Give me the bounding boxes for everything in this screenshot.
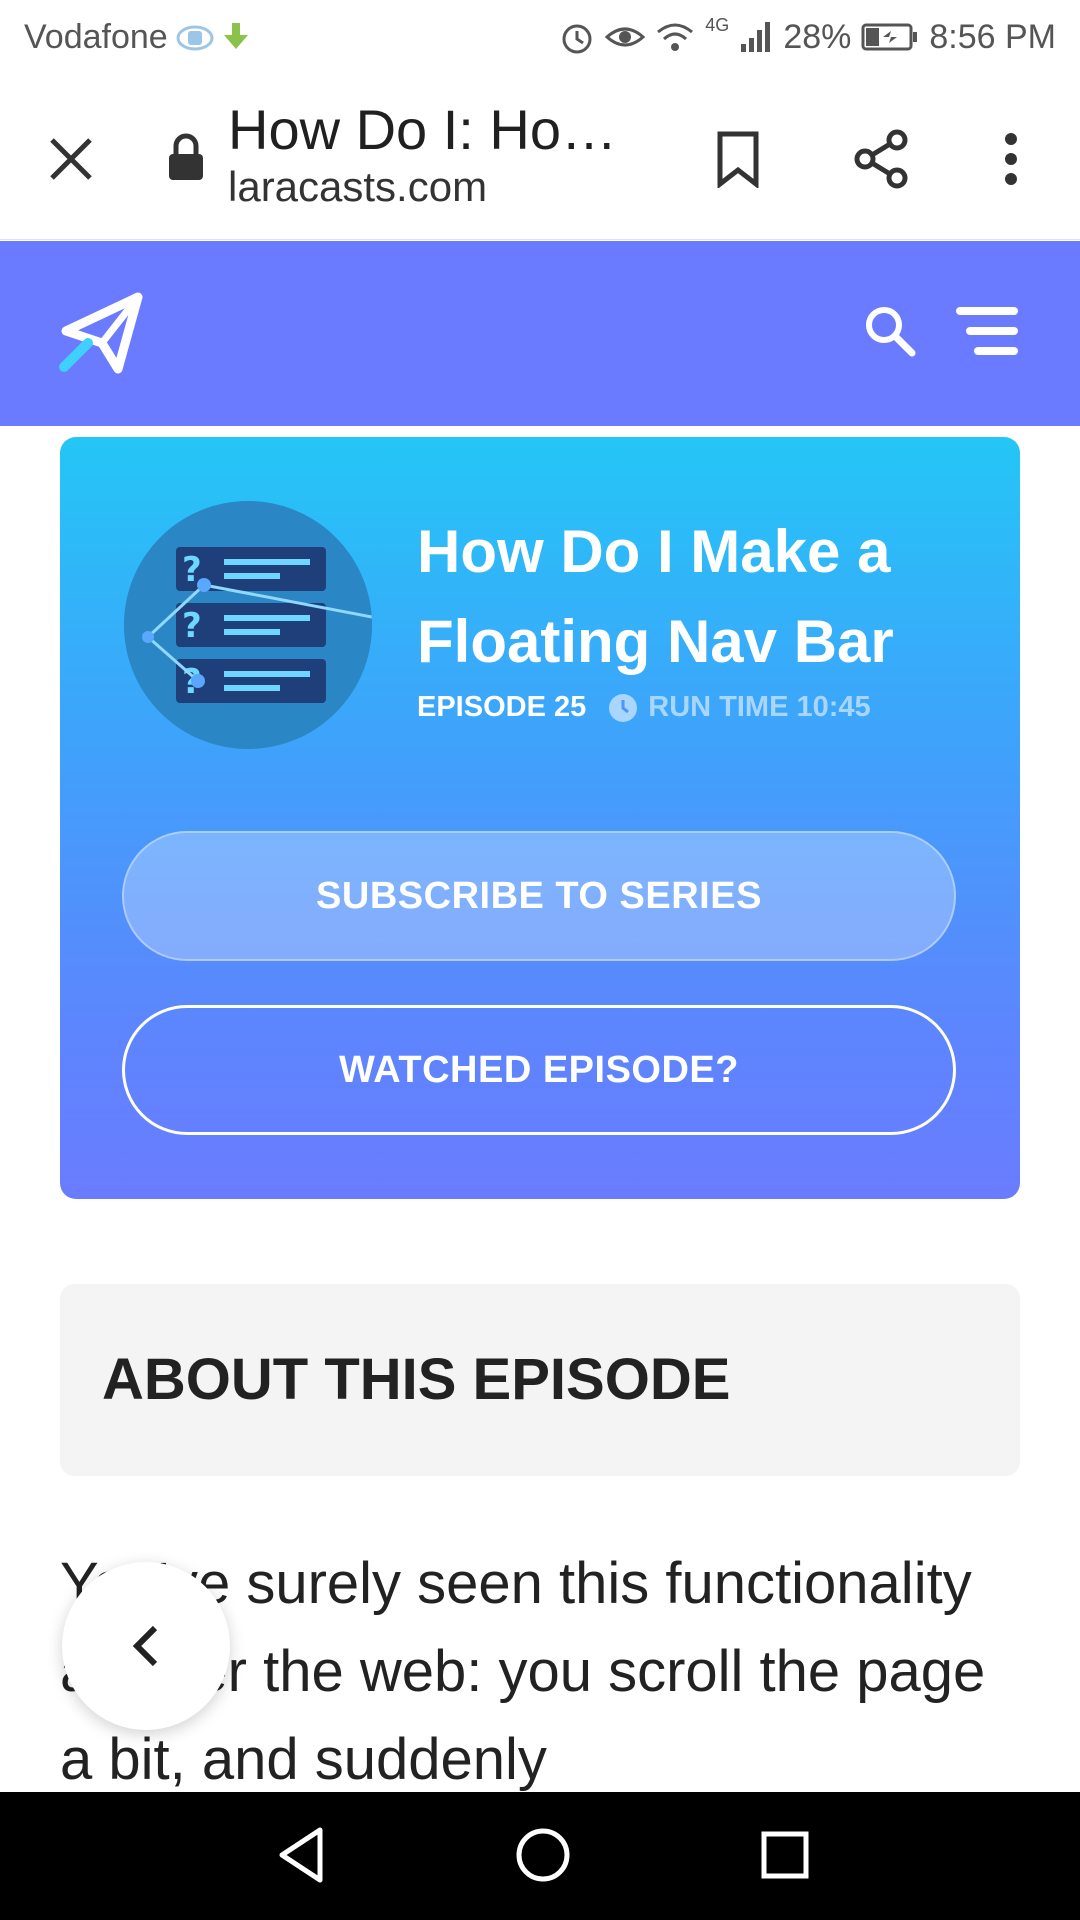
share-button[interactable]: [846, 124, 916, 194]
faq-list-illustration-icon: ? ? ?: [124, 501, 372, 749]
wifi-icon: [657, 23, 694, 51]
episode-thumbnail: ? ? ?: [124, 501, 372, 749]
svg-text:?: ?: [182, 606, 202, 646]
nav-home-icon[interactable]: [510, 1822, 576, 1888]
system-nav-bar: [0, 1792, 1080, 1920]
status-bar: Vodafone 4G 28% 8:56 PM: [0, 0, 1080, 74]
episode-number: EPISODE 25: [417, 691, 587, 723]
nav-recents-icon[interactable]: [752, 1822, 818, 1888]
nav-back-icon[interactable]: [270, 1822, 336, 1888]
page-title: How Do I: Ho…: [228, 98, 617, 161]
status-right: 4G 28% 8:56 PM: [559, 14, 1056, 60]
hamburger-menu-icon[interactable]: [952, 303, 1022, 359]
network-type: 4G: [705, 14, 730, 35]
download-icon: [223, 23, 248, 49]
about-heading: ABOUT THIS EPISODE: [102, 1347, 731, 1412]
site-header: [0, 241, 1080, 426]
episode-runtime: RUN TIME 10:45: [608, 691, 871, 724]
runtime-label: RUN TIME 10:45: [648, 691, 871, 723]
episode-hero-card: ? ? ? How Do I Make a Floating Nav Bar E…: [60, 437, 1020, 1199]
battery-percent: 28%: [783, 17, 852, 56]
battery-icon: [861, 23, 918, 51]
watched-episode-button[interactable]: WATCHED EPISODE?: [122, 1005, 956, 1135]
floating-back-button[interactable]: [62, 1562, 230, 1730]
browser-menu-button[interactable]: [986, 124, 1036, 194]
eye-comfort-icon: [605, 27, 646, 47]
clock: 8:56 PM: [929, 17, 1056, 56]
laracasts-logo-icon[interactable]: [58, 291, 144, 377]
hotspot-icon: [176, 25, 214, 51]
signal-icon: [741, 22, 771, 52]
close-tab-button[interactable]: [38, 126, 104, 192]
clock-icon: [609, 693, 638, 722]
subscribe-button[interactable]: SUBSCRIBE TO SERIES: [122, 831, 956, 961]
more-vert-icon: [1005, 133, 1017, 185]
bookmark-icon: [717, 131, 759, 188]
episode-meta: EPISODE 25 RUN TIME 10:45: [417, 691, 871, 724]
bookmark-button[interactable]: [706, 124, 770, 194]
episode-title: How Do I Make a Floating Nav Bar: [417, 518, 894, 675]
browser-toolbar: How Do I: Ho… laracasts.com: [0, 74, 1080, 240]
close-icon: [50, 138, 92, 180]
share-icon: [854, 129, 908, 189]
chevron-left-icon: [132, 1625, 158, 1667]
search-icon[interactable]: [862, 303, 918, 359]
carrier-label: Vodafone: [24, 17, 168, 56]
page-domain: laracasts.com: [228, 163, 488, 210]
alarm-icon: [562, 24, 592, 54]
about-section: ABOUT THIS EPISODE: [60, 1284, 1020, 1476]
address-area[interactable]: How Do I: Ho… laracasts.com: [228, 98, 648, 212]
status-left: Vodafone: [24, 14, 250, 60]
lock-icon: [169, 133, 203, 180]
